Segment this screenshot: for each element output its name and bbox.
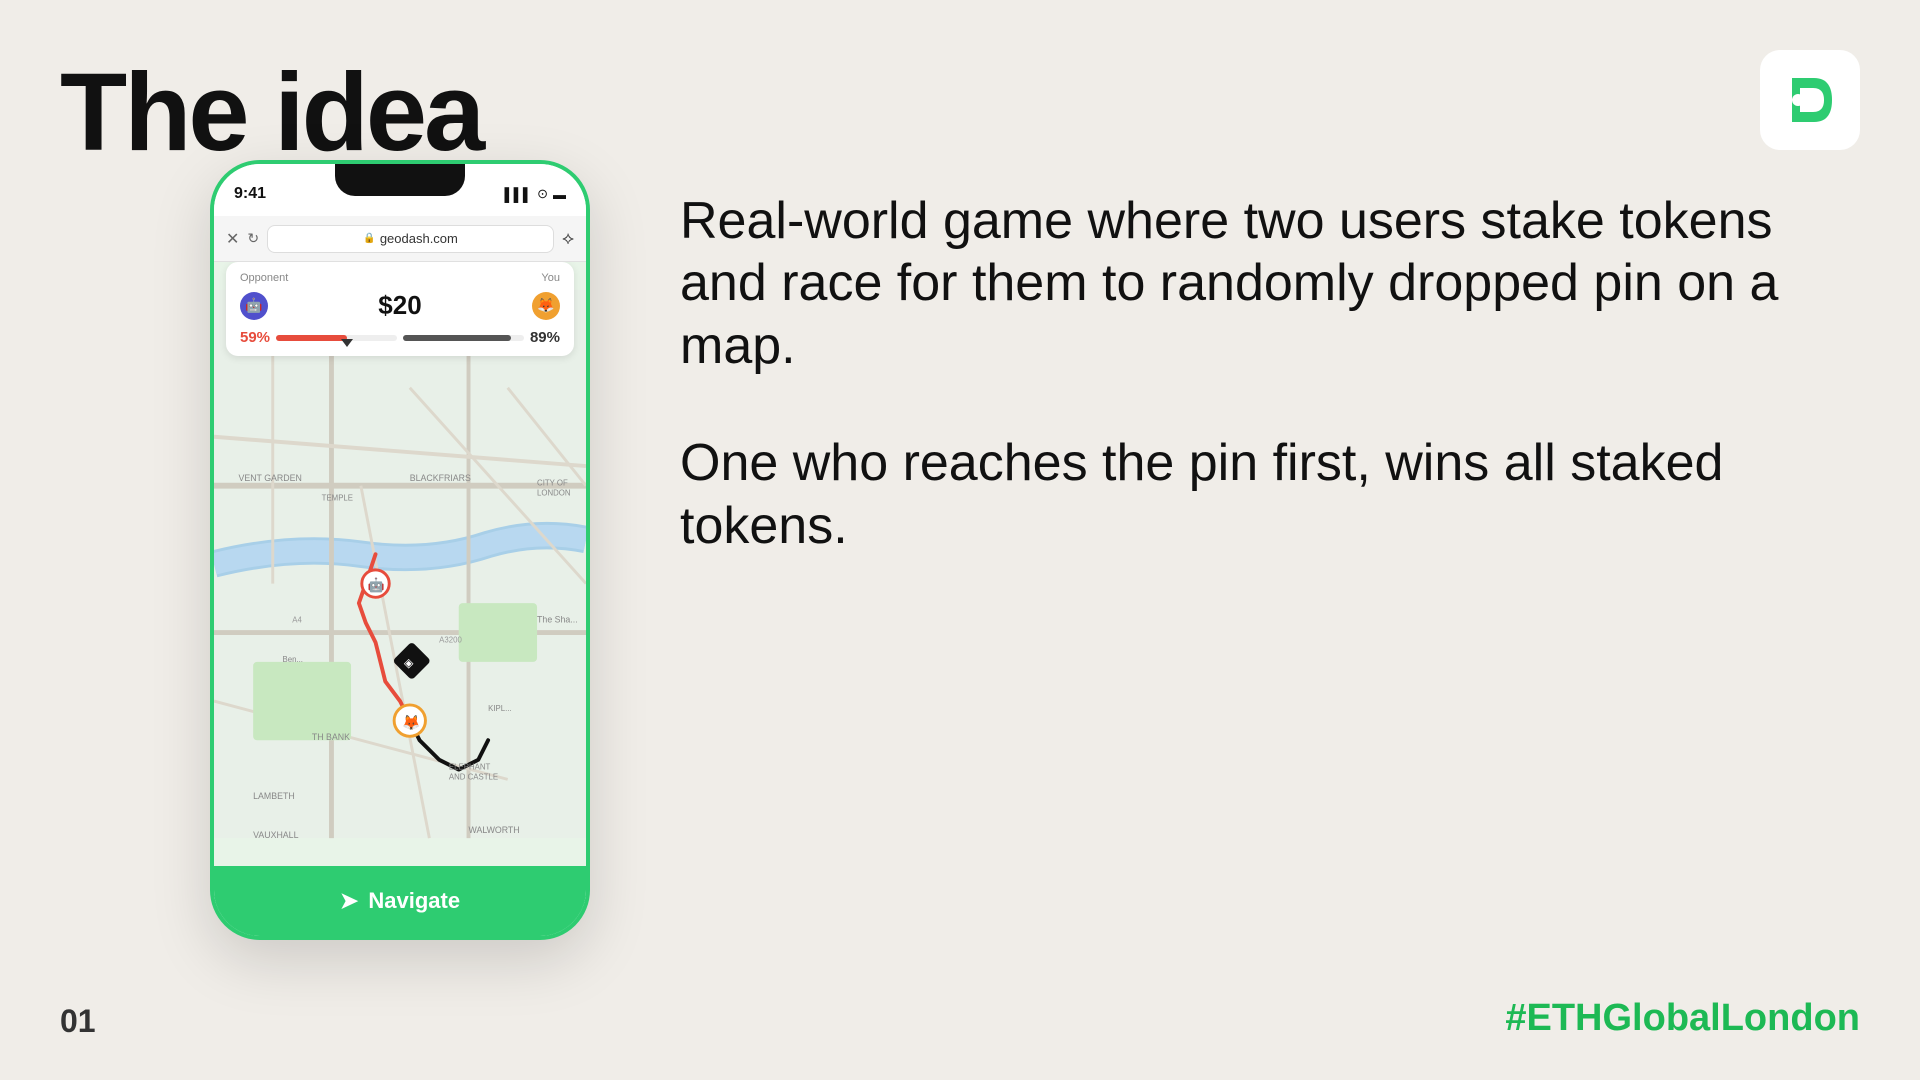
- logo-container: [1760, 50, 1860, 150]
- eth-icon[interactable]: ⟡: [562, 228, 574, 249]
- opponent-label: Opponent: [240, 272, 288, 284]
- you-label: You: [541, 272, 560, 284]
- stake-amount: $20: [378, 290, 421, 321]
- page-title: The idea: [60, 55, 482, 171]
- svg-text:VENT GARDEN: VENT GARDEN: [238, 473, 301, 483]
- opponent-pct: 59%: [240, 329, 270, 346]
- description-paragraph-2: One who reaches the pin first, wins all …: [680, 432, 1840, 557]
- svg-text:BLACKFRIARS: BLACKFRIARS: [410, 473, 471, 483]
- svg-text:Ben...: Ben...: [283, 655, 303, 664]
- svg-text:AND CASTLE: AND CASTLE: [449, 772, 498, 781]
- svg-text:TH BANK: TH BANK: [312, 732, 350, 742]
- svg-text:WALWORTH: WALWORTH: [469, 825, 520, 835]
- slide-number: 01: [60, 1003, 96, 1040]
- geodash-logo-icon: [1778, 68, 1842, 132]
- status-icons: ▌▌▌ ⊙ ▬: [504, 186, 566, 202]
- svg-text:VAUXHALL: VAUXHALL: [253, 830, 298, 840]
- svg-text:LAMBETH: LAMBETH: [253, 791, 295, 801]
- svg-text:A4: A4: [292, 616, 302, 625]
- browser-refresh-icon[interactable]: ↻: [247, 230, 259, 247]
- hashtag: #ETHGlobalLondon: [1505, 997, 1860, 1040]
- svg-text:🤖: 🤖: [368, 576, 385, 592]
- svg-text:🦊: 🦊: [402, 714, 420, 731]
- svg-text:TEMPLE: TEMPLE: [322, 493, 353, 502]
- svg-text:◈: ◈: [404, 655, 414, 670]
- opponent-progress-bar: [276, 335, 397, 341]
- navigate-icon: ➤: [340, 888, 358, 914]
- browser-url-bar[interactable]: 🔒 geodash.com: [267, 225, 554, 253]
- opponent-avatar: 🤖: [240, 292, 268, 320]
- battery-icon: ▬: [553, 187, 566, 202]
- you-progress-bar: [403, 335, 524, 341]
- navigate-label: Navigate: [368, 888, 460, 914]
- browser-url-text: geodash.com: [380, 231, 458, 246]
- browser-close-icon[interactable]: ✕: [226, 229, 239, 249]
- svg-text:ELEPHANT: ELEPHANT: [449, 763, 491, 772]
- svg-text:LONDON: LONDON: [537, 488, 571, 497]
- player-avatar: 🦊: [532, 292, 560, 320]
- navigate-button[interactable]: ➤ Navigate: [214, 866, 586, 936]
- browser-bar[interactable]: ✕ ↻ 🔒 geodash.com ⟡: [214, 216, 586, 262]
- phone-mockup: 9:41 ▌▌▌ ⊙ ▬ ✕ ↻ 🔒 geodash.com ⟡ Opponen…: [210, 160, 590, 940]
- svg-text:KIPL...: KIPL...: [488, 704, 512, 713]
- description-area: Real-world game where two users stake to…: [680, 190, 1840, 557]
- wifi-icon: ⊙: [537, 186, 548, 202]
- you-pct: 89%: [530, 329, 560, 346]
- phone-notch: [335, 164, 465, 196]
- lock-icon: 🔒: [363, 233, 375, 244]
- description-paragraph-1: Real-world game where two users stake to…: [680, 190, 1840, 377]
- signal-icon: ▌▌▌: [504, 187, 532, 202]
- svg-text:The Sha...: The Sha...: [537, 615, 578, 625]
- svg-text:CITY OF: CITY OF: [537, 479, 568, 488]
- svg-text:A3200: A3200: [439, 635, 462, 644]
- game-overlay: Opponent You 🤖 $20 🦊 59%: [226, 262, 574, 356]
